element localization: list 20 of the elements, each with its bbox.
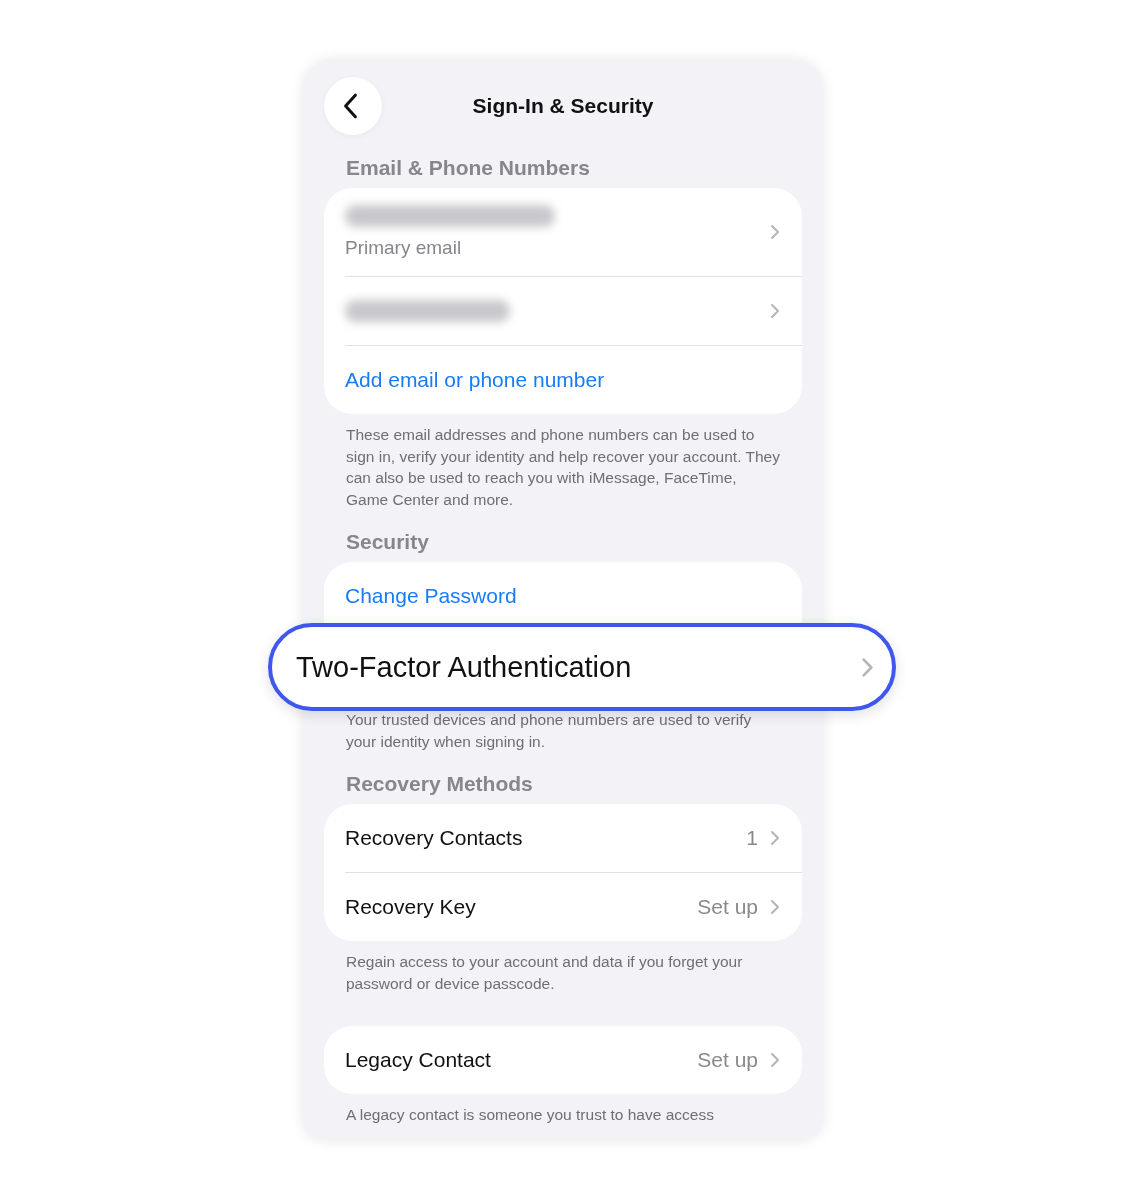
row-value: 1	[746, 826, 758, 850]
row-label[interactable]: Legacy Contact	[345, 1048, 698, 1072]
section-title: Recovery Methods	[345, 771, 534, 797]
section-title: Email & Phone Numbers	[345, 155, 591, 181]
link[interactable]: Add email or phone number	[345, 368, 780, 392]
row-value: Set up	[697, 895, 758, 919]
section-footer: Regain access to your account and data if you forget your password or device passcode.	[324, 941, 802, 994]
account-row[interactable]: Primary email	[345, 188, 802, 277]
row-value: Set up	[697, 1048, 758, 1072]
row-subtitle: Primary email	[345, 237, 463, 259]
section-footer: A legacy contact is someone you trust to have access	[324, 1094, 802, 1126]
row-label[interactable]: Recovery Contacts	[345, 826, 747, 850]
row-label: Two-Factor Authentication	[296, 650, 633, 684]
link[interactable]: Change Password	[345, 584, 780, 608]
section-title: Security	[345, 529, 430, 555]
back-chevron-icon	[343, 93, 359, 119]
screen-title: Sign-In & Security	[471, 94, 655, 118]
section-footer: These email addresses and phone numbers can be used to sign in, verify your identity and help recover your account. They can also be used to reach you with iMessage, FaceTime, Game Center and more.	[324, 414, 802, 510]
row-label[interactable]: Recovery Key	[345, 895, 698, 919]
highlighted-row[interactable]: Two-Factor Authentication	[268, 623, 896, 711]
